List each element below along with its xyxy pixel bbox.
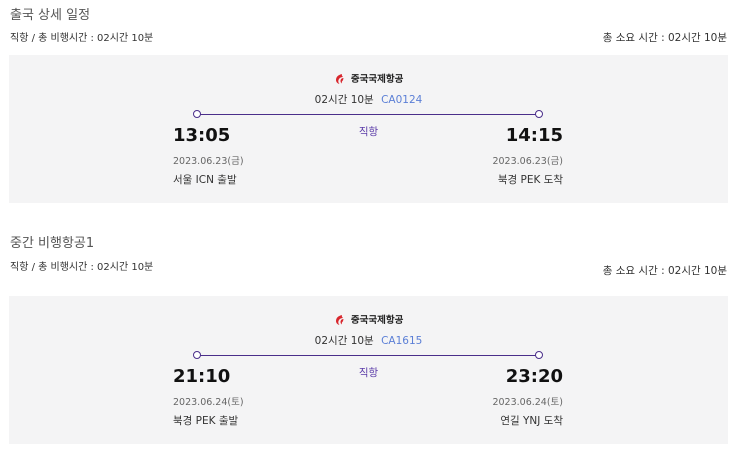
- flight-card: 중국국제항공 02시간 10분 CA0124 직항 13:05 14:15 20…: [9, 55, 728, 203]
- total-duration: 총 소요 시간 : 02시간 10분: [602, 32, 727, 44]
- departure-dot-icon: [193, 110, 201, 118]
- arrival-time: 14:15: [505, 125, 563, 146]
- departure-date: 2023.06.23(금): [173, 156, 244, 167]
- flight-summary: 직항 / 총 비행시간 : 02시간 10분: [10, 262, 154, 273]
- departure-time: 21:10: [173, 366, 231, 387]
- airline-row: 중국국제항공: [9, 312, 728, 329]
- airline-logo-icon: [334, 314, 345, 329]
- airline-row: 중국국제항공: [9, 71, 728, 88]
- section-title: 중간 비행항공1: [10, 236, 95, 251]
- stop-type: 직항: [358, 367, 379, 379]
- departure-date: 2023.06.24(토): [173, 397, 244, 408]
- departure-dot-icon: [193, 351, 201, 359]
- flight-number-link[interactable]: CA1615: [381, 335, 422, 347]
- flight-number-link[interactable]: CA0124: [381, 94, 422, 106]
- arrival-place: 북경 PEK 도착: [497, 174, 563, 186]
- flight-summary: 직항 / 총 비행시간 : 02시간 10분: [10, 33, 154, 44]
- duration-row: 02시간 10분 CA0124: [9, 92, 728, 107]
- airline-logo-icon: [334, 73, 345, 88]
- airline-name: 중국국제항공: [350, 315, 404, 326]
- section-title: 출국 상세 일정: [10, 8, 91, 23]
- route-line: [195, 114, 540, 115]
- flight-duration: 02시간 10분: [314, 335, 374, 347]
- arrival-date: 2023.06.24(토): [492, 397, 563, 408]
- route-line: [195, 355, 540, 356]
- arrival-dot-icon: [535, 110, 543, 118]
- total-duration: 총 소요 시간 : 02시간 10분: [602, 265, 727, 277]
- departure-place: 북경 PEK 출발: [173, 415, 239, 427]
- duration-row: 02시간 10분 CA1615: [9, 333, 728, 348]
- departure-time: 13:05: [173, 125, 231, 146]
- flight-card: 중국국제항공 02시간 10분 CA1615 직항 21:10 23:20 20…: [9, 296, 728, 444]
- departure-place: 서울 ICN 출발: [173, 174, 237, 186]
- airline-name: 중국국제항공: [350, 74, 404, 85]
- arrival-date: 2023.06.23(금): [492, 156, 563, 167]
- arrival-place: 연길 YNJ 도착: [500, 415, 563, 427]
- flight-duration: 02시간 10분: [314, 94, 374, 106]
- arrival-dot-icon: [535, 351, 543, 359]
- stop-type: 직항: [358, 126, 379, 138]
- arrival-time: 23:20: [505, 366, 563, 387]
